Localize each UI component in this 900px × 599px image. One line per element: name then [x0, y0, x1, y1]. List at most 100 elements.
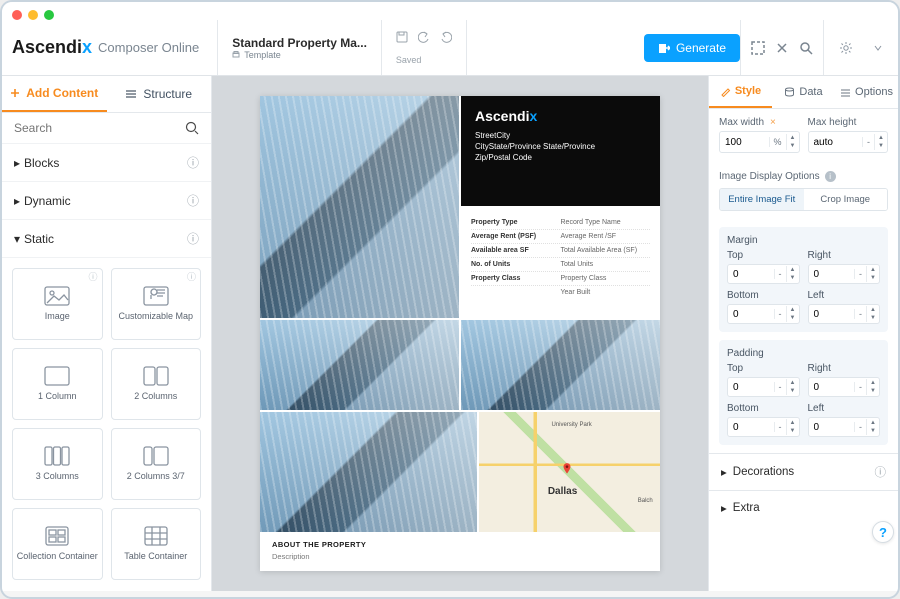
overlay-logo: Ascendix [475, 108, 646, 124]
gallery-image-3[interactable] [461, 320, 660, 410]
tile-collection[interactable]: Collection Container [12, 508, 103, 580]
map-label: Balch [638, 498, 653, 504]
brush-icon [720, 86, 731, 97]
image-display-toggle[interactable]: Entire Image Fit Crop Image [719, 188, 888, 211]
tab-options[interactable]: Options [835, 76, 898, 108]
info-icon: ⓘ [875, 464, 887, 480]
tile-table[interactable]: Table Container [111, 508, 202, 580]
tile-2col[interactable]: 2 Columns [111, 348, 202, 420]
view-tools [740, 20, 823, 75]
maxwidth-input[interactable]: %▲▼ [719, 131, 800, 153]
maximize-window-icon[interactable] [44, 10, 54, 20]
print-icon [232, 51, 240, 59]
map-city-label: Dallas [548, 486, 577, 497]
tile-custom-map[interactable]: ⓘCustomizable Map [111, 268, 202, 340]
fit-option[interactable]: Entire Image Fit [720, 189, 804, 210]
margin-top-input[interactable]: -▲▼ [727, 264, 800, 284]
maxheight-input[interactable]: -▲▼ [808, 131, 889, 153]
maxheight-label: Max height [808, 117, 889, 128]
close-window-icon[interactable] [12, 10, 22, 20]
category-static[interactable]: ▾Staticⓘ [2, 220, 211, 258]
window-controls [2, 2, 898, 20]
settings-area [823, 20, 868, 75]
map-pin-icon [560, 462, 574, 476]
tab-add-content[interactable]: Add Content [2, 76, 107, 112]
overlay-address: StreetCity CityState/Province State/Prov… [475, 130, 646, 164]
padding-title: Padding [727, 348, 880, 359]
zoom-icon[interactable] [799, 41, 813, 55]
overlay-box[interactable]: Ascendix StreetCity CityState/Province S… [461, 96, 660, 206]
gear-icon[interactable] [838, 40, 854, 56]
generate-icon [658, 42, 670, 54]
saved-status: Saved [396, 55, 422, 65]
margin-right-input[interactable]: -▲▼ [808, 264, 881, 284]
padding-top-input[interactable]: -▲▼ [727, 377, 800, 397]
about-section[interactable]: ABOUT THE PROPERTY Description [260, 532, 660, 569]
tile-1col[interactable]: 1 Column [12, 348, 103, 420]
tab-data[interactable]: Data [772, 76, 835, 108]
margin-left-input[interactable]: -▲▼ [808, 304, 881, 324]
fit-icon[interactable] [751, 41, 765, 55]
save-icon[interactable] [396, 31, 408, 43]
margin-title: Margin [727, 235, 880, 246]
fact-row: Available area SFTotal Available Area (S… [471, 244, 650, 258]
fact-row: Property TypeRecord Type Name [471, 216, 650, 230]
fact-row: Average Rent (PSF)Average Rent /SF [471, 230, 650, 244]
redo-icon[interactable] [440, 31, 452, 43]
fact-row: No. of UnitsTotal Units [471, 258, 650, 272]
stepper[interactable]: ▲▼ [786, 134, 799, 150]
map-label: University Park [551, 422, 591, 428]
chevron-down-icon [874, 44, 882, 52]
image-display-label: Image Display Optionsi [719, 171, 888, 182]
section-extra[interactable]: ▸Extra [709, 490, 898, 525]
minimize-window-icon[interactable] [28, 10, 38, 20]
info-icon: ⓘ [187, 154, 199, 171]
gallery-image-4[interactable] [260, 412, 477, 532]
tile-image[interactable]: ⓘImage [12, 268, 103, 340]
margin-bottom-input[interactable]: -▲▼ [727, 304, 800, 324]
padding-bottom-input[interactable]: -▲▼ [727, 417, 800, 437]
about-description: Description [272, 552, 648, 561]
help-button[interactable]: ? [872, 521, 894, 543]
search-bar[interactable] [2, 113, 211, 144]
search-input[interactable] [14, 121, 185, 135]
template-page[interactable]: Ascendix StreetCity CityState/Province S… [260, 96, 660, 571]
search-icon [185, 121, 199, 135]
info-icon: ⓘ [187, 192, 199, 209]
padding-box: Padding Top-▲▼ Right-▲▼ Bottom-▲▼ Left-▲… [719, 340, 888, 445]
document-title: Standard Property Ma... [232, 36, 367, 50]
map-widget[interactable]: University Park Balch Dallas [479, 412, 660, 532]
generate-button[interactable]: Generate [644, 34, 740, 62]
margin-box: Margin Top-▲▼ Right-▲▼ Bottom-▲▼ Left-▲▼ [719, 227, 888, 332]
gallery-image-2[interactable] [260, 320, 459, 410]
sliders-icon [840, 87, 851, 98]
document-type: Template [232, 50, 367, 60]
tile-2col37[interactable]: 2 Columns 3/7 [111, 428, 202, 500]
padding-right-input[interactable]: -▲▼ [808, 377, 881, 397]
app-header: Ascendix Composer Online Standard Proper… [2, 20, 898, 76]
canvas[interactable]: Ascendix StreetCity CityState/Province S… [212, 76, 708, 591]
database-icon [784, 87, 795, 98]
header-dropdown[interactable] [868, 39, 888, 57]
tab-structure[interactable]: Structure [107, 76, 212, 112]
info-icon: i [825, 171, 836, 182]
crop-option[interactable]: Crop Image [804, 189, 888, 210]
padding-left-input[interactable]: -▲▼ [808, 417, 881, 437]
tile-3col[interactable]: 3 Columns [12, 428, 103, 500]
undo-icon[interactable] [418, 31, 430, 43]
about-heading: ABOUT THE PROPERTY [272, 540, 648, 549]
facts-table[interactable]: Property TypeRecord Type Name Average Re… [461, 208, 660, 318]
section-decorations[interactable]: ▸Decorationsⓘ [709, 453, 898, 490]
category-dynamic[interactable]: ▸Dynamicⓘ [2, 182, 211, 220]
hero-image-1[interactable] [260, 96, 459, 318]
maxwidth-label: Max width× [719, 117, 800, 128]
stepper[interactable]: ▲▼ [874, 134, 887, 150]
tab-style[interactable]: Style [709, 76, 772, 108]
fact-row: Property ClassProperty Class [471, 272, 650, 286]
expand-icon[interactable] [775, 41, 789, 55]
clear-icon[interactable]: × [770, 117, 776, 128]
brand-logo: Ascendix [12, 37, 92, 58]
document-info[interactable]: Standard Property Ma... Template [218, 20, 382, 75]
category-blocks[interactable]: ▸Blocksⓘ [2, 144, 211, 182]
info-icon: ⓘ [187, 230, 199, 247]
